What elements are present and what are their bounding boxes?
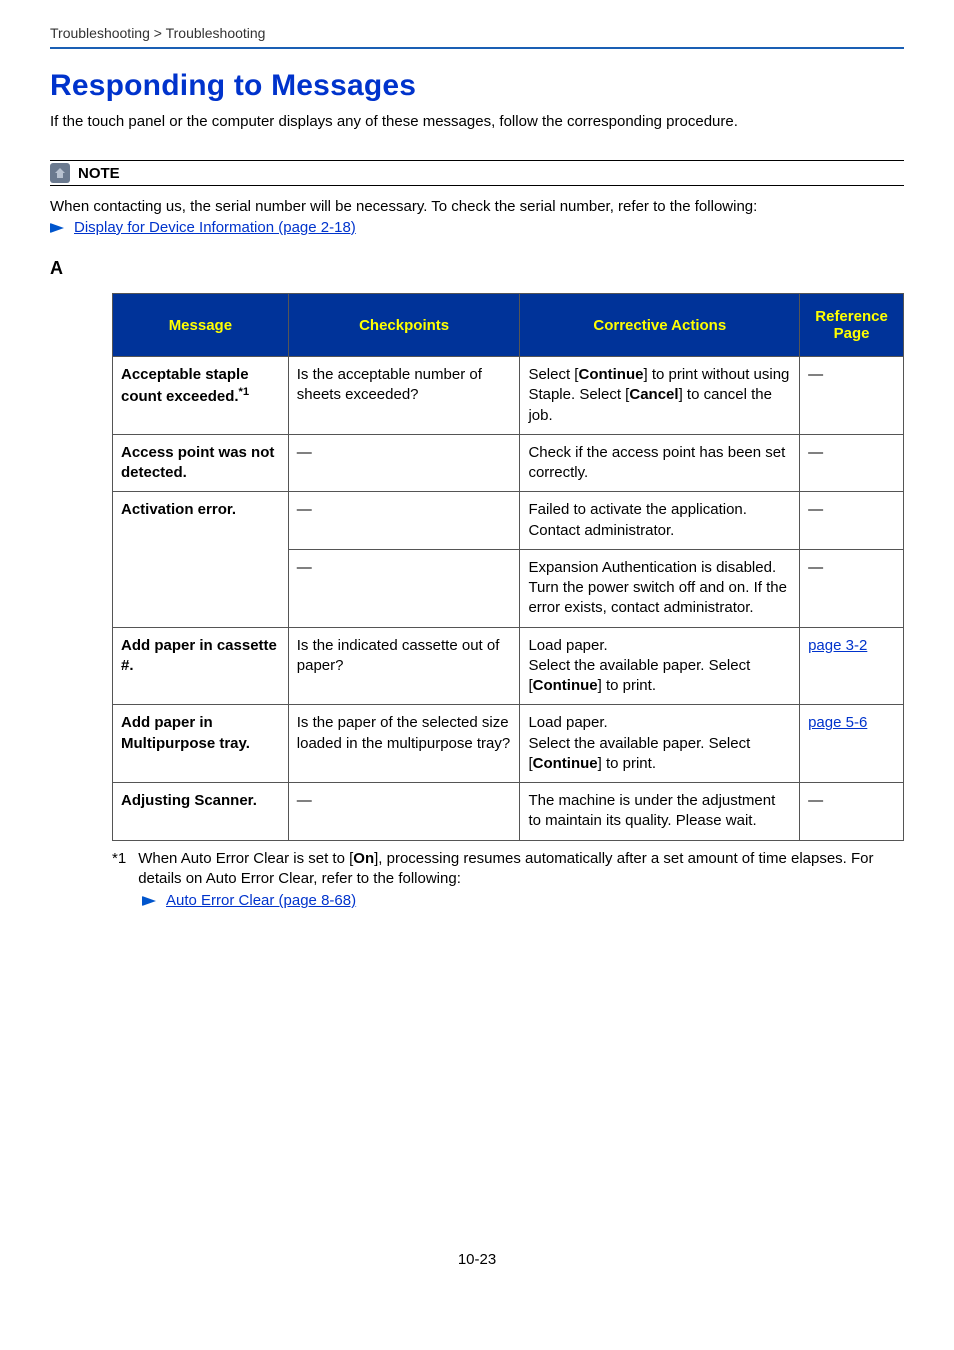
note-body: When contacting us, the serial number wi… (50, 192, 904, 219)
footnote: *1 When Auto Error Clear is set to [On],… (112, 849, 904, 912)
action-cell: Failed to activate the application. Cont… (520, 492, 800, 550)
table-row: Adjusting Scanner.―The machine is under … (113, 783, 904, 841)
action-cell: The machine is under the adjustment to m… (520, 783, 800, 841)
action-cell: Check if the access point has been set c… (520, 434, 800, 492)
note-label: NOTE (78, 165, 120, 182)
note-box: NOTE (50, 160, 904, 186)
msg-cell: Adjusting Scanner. (113, 783, 289, 841)
action-cell: Select [Continue] to print without using… (520, 357, 800, 435)
action-cell: Load paper.Select the available paper. S… (520, 705, 800, 783)
section-letter: A (50, 258, 904, 279)
footnote-key: *1 (112, 849, 126, 890)
checkpoint-cell: ― (288, 492, 520, 550)
checkpoint-cell: Is the acceptable number of sheets excee… (288, 357, 520, 435)
note-header: NOTE (50, 160, 904, 186)
reference-cell: ― (800, 549, 904, 627)
table-row: Add paper in Multipurpose tray.Is the pa… (113, 705, 904, 783)
intro-text: If the touch panel or the computer displ… (50, 113, 904, 130)
reference-link[interactable]: page 3-2 (808, 637, 867, 654)
checkpoint-cell: ― (288, 549, 520, 627)
page-number: 10-23 (0, 1251, 954, 1288)
auto-error-clear-link[interactable]: Auto Error Clear (page 8-68) (166, 891, 356, 911)
msg-cell: Add paper in cassette #. (113, 627, 289, 705)
checkpoint-cell: ― (288, 434, 520, 492)
reference-cell: page 3-2 (800, 627, 904, 705)
arrow-right-icon (50, 223, 64, 233)
checkpoint-cell: Is the indicated cassette out of paper? (288, 627, 520, 705)
header-rule (50, 47, 904, 49)
col-actions: Corrective Actions (520, 294, 800, 357)
msg-cell: Acceptable staple count exceeded.*1 (113, 357, 289, 435)
reference-cell: ― (800, 357, 904, 435)
table-row: Activation error.―Failed to activate the… (113, 492, 904, 550)
messages-table: Message Checkpoints Corrective Actions R… (112, 293, 904, 841)
table-row: Add paper in cassette #.Is the indicated… (113, 627, 904, 705)
note-link-row: Display for Device Information (page 2-1… (50, 219, 904, 236)
device-info-link[interactable]: Display for Device Information (page 2-1… (74, 219, 356, 236)
col-checkpoints: Checkpoints (288, 294, 520, 357)
reference-cell: page 5-6 (800, 705, 904, 783)
msg-cell: Add paper in Multipurpose tray. (113, 705, 289, 783)
col-reference: Reference Page (800, 294, 904, 357)
checkpoint-cell: Is the paper of the selected size loaded… (288, 705, 520, 783)
reference-cell: ― (800, 434, 904, 492)
reference-cell: ― (800, 783, 904, 841)
messages-table-wrap: Message Checkpoints Corrective Actions R… (112, 293, 904, 841)
action-cell: Expansion Authentication is disabled. Tu… (520, 549, 800, 627)
footnote-text: When Auto Error Clear is set to [On], pr… (138, 849, 904, 890)
table-row: Access point was not detected.―Check if … (113, 434, 904, 492)
msg-cell: Activation error. (113, 492, 289, 627)
checkpoint-cell: ― (288, 783, 520, 841)
page-title: Responding to Messages (50, 69, 904, 103)
reference-cell: ― (800, 492, 904, 550)
table-row: Acceptable staple count exceeded.*1Is th… (113, 357, 904, 435)
col-message: Message (113, 294, 289, 357)
note-icon (50, 163, 70, 183)
msg-cell: Access point was not detected. (113, 434, 289, 492)
messages-table-body: Acceptable staple count exceeded.*1Is th… (113, 357, 904, 841)
reference-link[interactable]: page 5-6 (808, 714, 867, 731)
arrow-right-icon (142, 896, 156, 906)
action-cell: Load paper.Select the available paper. S… (520, 627, 800, 705)
breadcrumb: Troubleshooting > Troubleshooting (50, 25, 904, 47)
